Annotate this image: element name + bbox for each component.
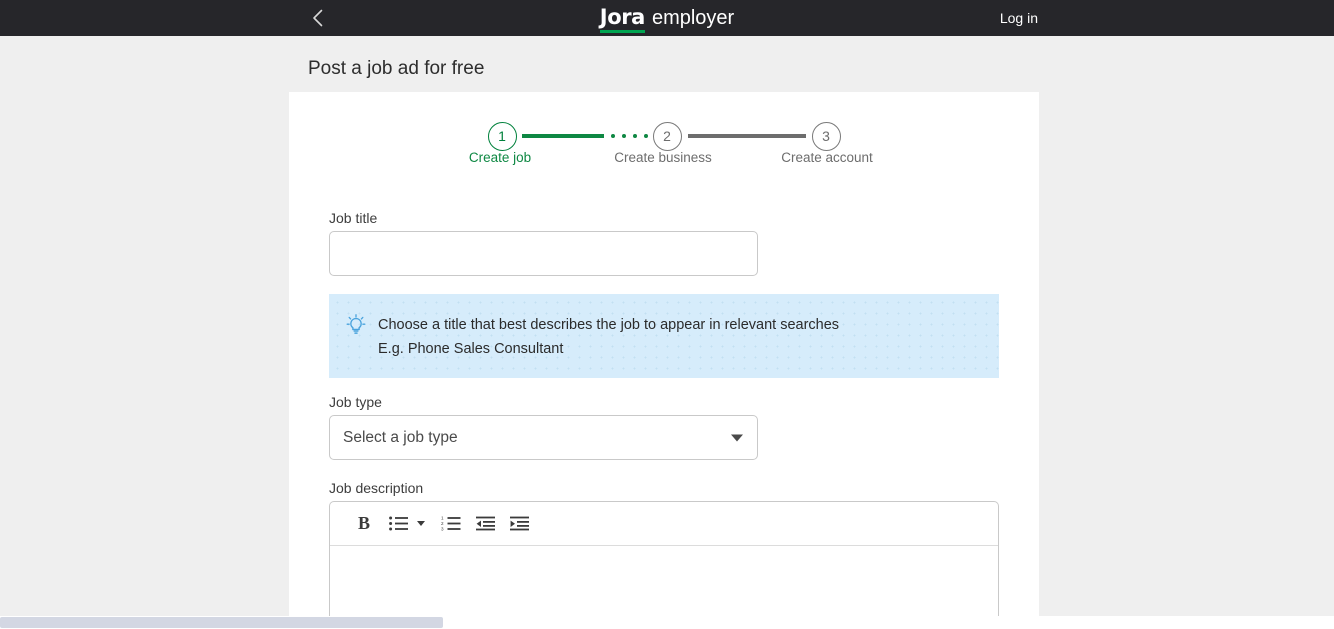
numbered-list-button[interactable]: 1 2 3 [435,508,467,540]
job-type-label: Job type [329,394,382,410]
lightbulb-icon [346,314,368,340]
numbered-list-icon: 1 2 3 [441,516,461,531]
connector-dots [610,134,648,138]
step-label-create-job: Create job [468,150,532,165]
job-description-label: Job description [329,480,424,496]
outdent-button[interactable] [469,508,501,540]
bullet-list-dropdown-caret-icon[interactable] [417,521,425,526]
tip-line-2: E.g. Phone Sales Consultant [378,341,564,357]
page-title: Post a job ad for free [308,58,485,79]
step-number-3: 3 [822,128,830,144]
step-circle-3[interactable]: 3 [811,121,841,151]
back-button[interactable] [300,0,334,36]
indent-button[interactable] [503,508,535,540]
brand-name-secondary: employer [651,7,735,29]
svg-text:1: 1 [441,516,444,521]
job-type-select[interactable]: Select a job type [329,415,758,460]
outdent-icon [475,516,495,531]
connector-solid-green [521,134,604,138]
connector-1-2 [517,134,653,138]
top-header-bar: Jora employer Log in [0,0,1334,36]
step-circle-2[interactable]: 2 [652,121,682,151]
progress-stepper: 1 2 3 Create job Create business Create … [289,92,1039,187]
bullet-list-icon [388,516,408,531]
step-circle-1[interactable]: 1 [487,121,517,151]
horizontal-scrollbar[interactable] [0,616,1334,629]
job-title-tip-box: Choose a title that best describes the j… [329,294,999,378]
brand-name-primary: Jora [599,5,645,33]
job-type-selected-value: Select a job type [343,428,458,446]
brand-logo: Jora employer [0,0,1334,36]
job-post-card: 1 2 3 Create job Create business Create … [289,92,1039,629]
job-title-input[interactable] [329,231,758,276]
bullet-list-button[interactable] [382,508,414,540]
editor-toolbar: B 1 2 3 [330,502,998,546]
svg-text:2: 2 [441,521,444,526]
bold-button[interactable]: B [348,508,380,540]
job-title-label: Job title [329,210,378,226]
step-number-1: 1 [498,128,506,144]
job-type-select-wrapper: Select a job type [329,415,758,460]
step-label-create-business: Create business [614,150,712,165]
tip-line-1: Choose a title that best describes the j… [378,317,840,333]
login-link[interactable]: Log in [1000,0,1038,36]
step-number-2: 2 [663,128,671,144]
horizontal-scrollbar-thumb[interactable] [0,617,443,628]
chevron-left-icon [312,9,322,27]
step-label-create-account: Create account [781,150,873,165]
connector-2-3 [682,134,812,138]
job-description-editor: B 1 2 3 [329,501,999,629]
svg-text:3: 3 [441,527,444,531]
connector-solid-gray [687,134,806,138]
indent-icon [509,516,529,531]
